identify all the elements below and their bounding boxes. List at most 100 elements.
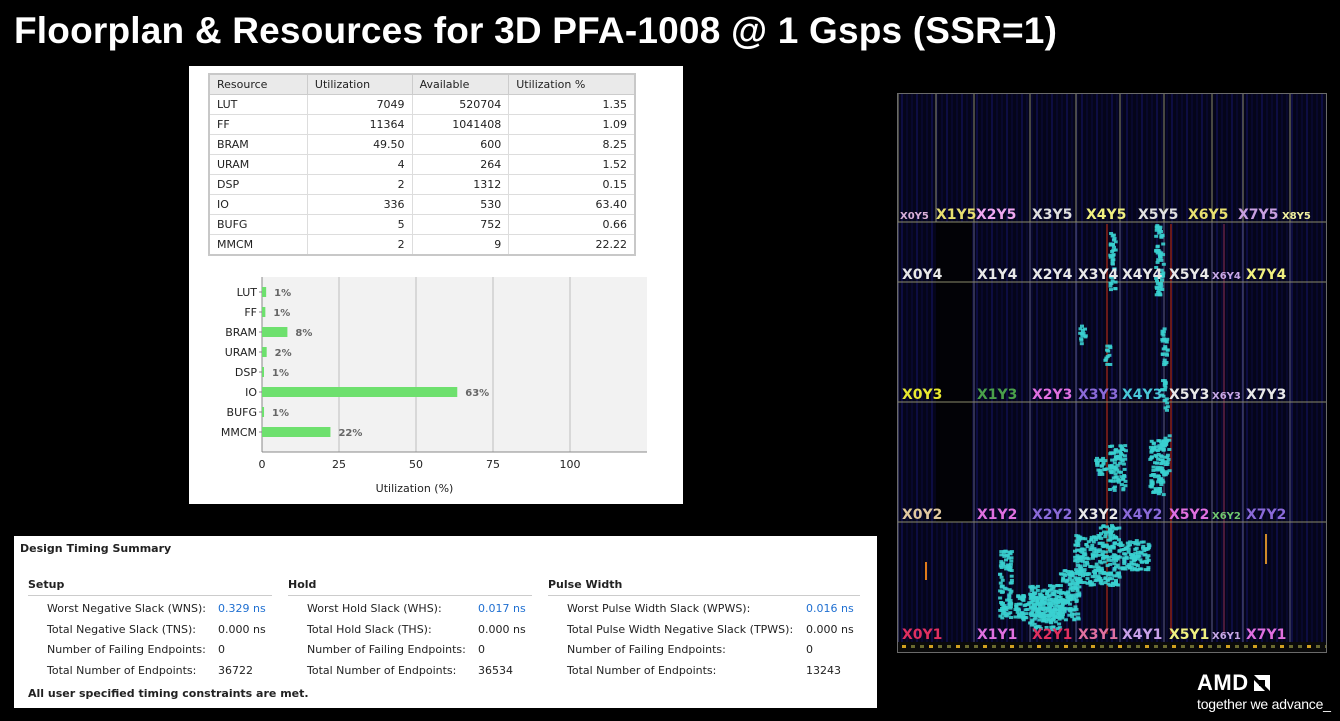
- io-pad: [1046, 645, 1050, 648]
- cell-resource: MMCM: [208, 234, 308, 256]
- placed-cell: [1108, 479, 1113, 483]
- clock-region-label-x3y2: X3Y2: [1078, 507, 1118, 523]
- table-row[interactable]: MMCM 2 9 22.22: [208, 234, 636, 256]
- x-tick-label: 25: [332, 458, 346, 471]
- ths-value: 0.000 ns: [478, 622, 526, 636]
- placed-cell: [1077, 535, 1082, 539]
- placed-cell: [1110, 544, 1115, 548]
- placed-cell: [1023, 603, 1028, 607]
- placed-cell: [1161, 447, 1166, 451]
- placed-cell: [1149, 456, 1154, 460]
- placed-cell: [1101, 545, 1106, 549]
- cell-percent: 1.52: [508, 154, 636, 175]
- y-category-label: IO: [245, 386, 257, 399]
- pulse-failing-label: Number of Failing Endpoints:: [567, 643, 726, 656]
- placed-cell: [1123, 444, 1128, 448]
- placed-cell: [1161, 242, 1166, 246]
- pulse-row-wpws: Worst Pulse Width Slack (WPWS): 0.016 ns: [548, 602, 860, 623]
- table-row[interactable]: FF 11364 1041408 1.09: [208, 114, 636, 135]
- placed-cell: [1116, 480, 1121, 484]
- data-label: 2%: [275, 348, 292, 359]
- placed-cell: [1118, 450, 1123, 454]
- placed-cell: [1163, 436, 1168, 440]
- placed-cell: [1161, 493, 1166, 497]
- placed-cell: [1144, 548, 1149, 551]
- placed-cell: [1107, 353, 1112, 357]
- floorplan-canvas[interactable]: X0Y5 X1Y5 X2Y5 X3Y5 X4Y5 X5Y5 X6Y5 X7Y5 X8Y5 X0Y4…: [898, 94, 1326, 652]
- placed-cell: [1108, 538, 1113, 542]
- table-row[interactable]: URAM 4 264 1.52: [208, 154, 636, 175]
- table-row[interactable]: DSP 2 1312 0.15: [208, 174, 636, 195]
- placed-cell: [1110, 250, 1115, 253]
- bar-bram: [262, 327, 288, 337]
- placed-cell: [1092, 565, 1097, 569]
- placed-cell: [1009, 574, 1014, 578]
- placed-cell: [1060, 611, 1065, 615]
- placed-cell: [1149, 481, 1154, 485]
- y-category-label: URAM: [225, 346, 257, 359]
- placed-cell: [1129, 560, 1134, 564]
- clock-region-label-x7y3: X7Y3: [1246, 387, 1286, 403]
- header-utilization-percent[interactable]: Utilization %: [508, 73, 636, 95]
- placed-cell: [1008, 562, 1013, 566]
- device-floorplan-view[interactable]: X0Y5 X1Y5 X2Y5 X3Y5 X4Y5 X5Y5 X6Y5 X7Y5 X8Y5 X0Y4…: [897, 93, 1327, 653]
- io-pad: [1190, 645, 1194, 648]
- placed-cell: [1089, 546, 1094, 550]
- placed-cell: [1154, 455, 1159, 459]
- table-row[interactable]: BRAM 49.50 600 8.25: [208, 134, 636, 155]
- placed-cell: [1056, 612, 1061, 615]
- setup-row-failing: Number of Failing Endpoints: 0: [28, 643, 272, 664]
- header-resource[interactable]: Resource: [208, 73, 308, 95]
- table-row[interactable]: IO 336 530 63.40: [208, 194, 636, 215]
- placed-cell: [1140, 560, 1145, 564]
- clock-region-label-x2y4: X2Y4: [1032, 267, 1073, 283]
- io-pad: [965, 645, 969, 648]
- placed-cell: [1155, 286, 1159, 290]
- io-pad: [1118, 645, 1122, 648]
- data-label: 22%: [338, 428, 362, 439]
- clock-region-label-x8y5: X8Y5: [1282, 211, 1311, 222]
- placed-cell: [1058, 588, 1063, 592]
- placed-cell: [1099, 471, 1104, 475]
- placed-cell: [1159, 235, 1164, 239]
- placed-cell: [1114, 535, 1119, 539]
- placed-cell: [1155, 245, 1160, 249]
- placed-cell: [1032, 591, 1037, 595]
- wns-value-link[interactable]: 0.329 ns: [218, 602, 266, 615]
- placed-cell: [1101, 524, 1106, 528]
- placed-cell: [1059, 614, 1064, 618]
- wpws-value-link[interactable]: 0.016 ns: [806, 602, 854, 615]
- whs-value-link[interactable]: 0.017 ns: [478, 602, 526, 615]
- placed-cell: [1154, 461, 1159, 465]
- placed-cell: [999, 562, 1004, 566]
- placed-cell: [1104, 356, 1109, 360]
- placed-cell: [1156, 474, 1161, 478]
- placed-cell: [1013, 615, 1018, 619]
- table-row[interactable]: LUT 7049 520704 1.35: [208, 94, 636, 115]
- hold-failing-value: 0: [478, 643, 485, 656]
- placed-cell: [1051, 586, 1056, 590]
- pulse-total-value: 13243: [806, 663, 841, 677]
- bar-dsp: [262, 367, 264, 377]
- placed-cell: [1157, 293, 1162, 297]
- placed-cell: [1155, 260, 1160, 264]
- placed-cell: [1053, 615, 1058, 619]
- data-label: 1%: [274, 288, 291, 299]
- placed-cell: [1160, 338, 1165, 342]
- table-row[interactable]: BUFG 5 752 0.66: [208, 214, 636, 235]
- io-pad: [1073, 645, 1077, 648]
- placed-cell: [998, 596, 1003, 600]
- utilization-bar-chart: 0 25 50 75 100 LUT 1% FF 1% BRAM 8% URAM 2% DSP 1% IO 63…: [221, 277, 647, 495]
- placed-cell: [1038, 595, 1043, 599]
- placed-cell: [1083, 537, 1088, 541]
- clock-region-label-x6y3: X6Y3: [1212, 391, 1241, 402]
- placed-cell: [1060, 603, 1065, 606]
- setup-heading: Setup: [28, 578, 272, 596]
- cell-utilization: 2: [306, 174, 413, 195]
- placed-cell: [1137, 554, 1142, 558]
- placed-cell: [1030, 586, 1034, 590]
- placed-cell: [1089, 583, 1094, 587]
- header-utilization[interactable]: Utilization: [306, 73, 413, 95]
- placed-cell: [1159, 251, 1164, 255]
- header-available[interactable]: Available: [411, 73, 510, 95]
